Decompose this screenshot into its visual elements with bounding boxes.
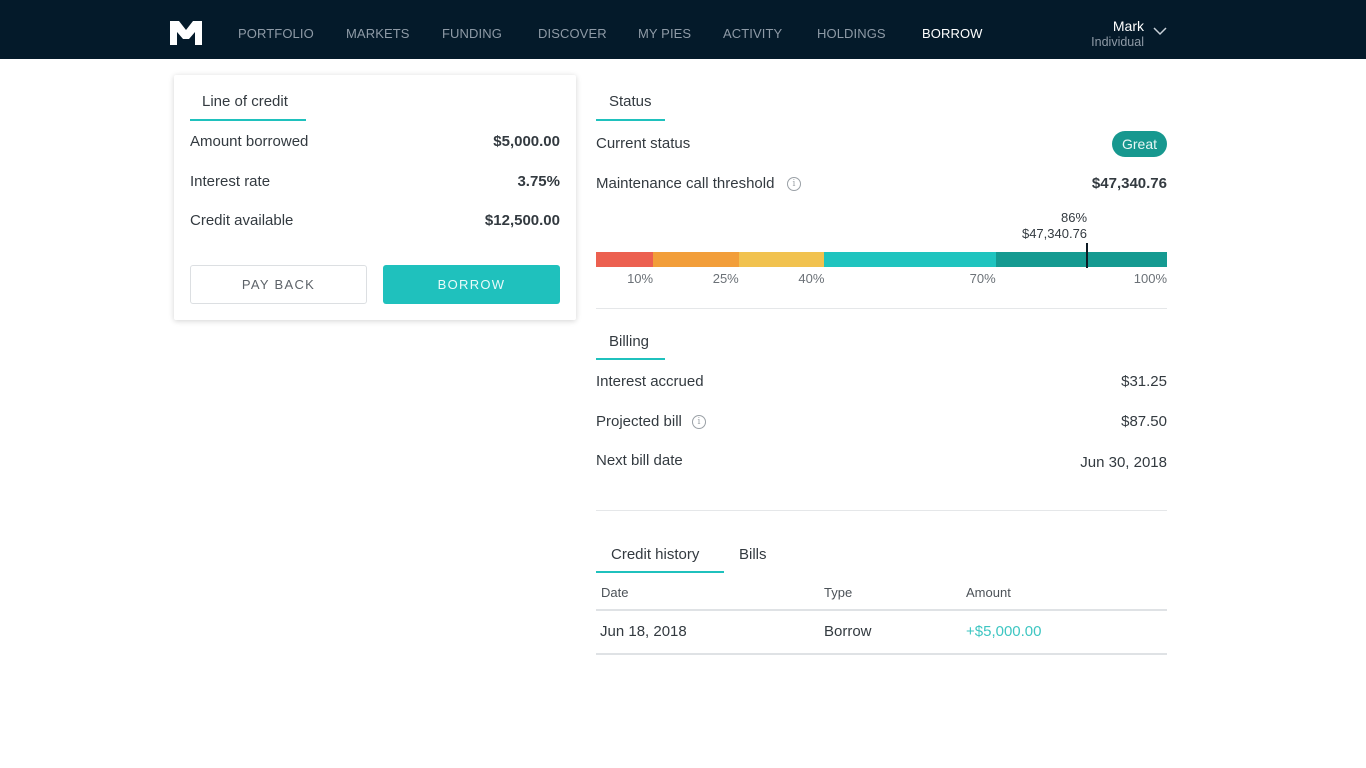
info-icon[interactable]: i [787,177,801,191]
credit-available-value: $12,500.00 [484,212,560,229]
gauge-segment [653,252,739,267]
user-menu[interactable]: Mark Individual [1091,18,1144,50]
line-of-credit-card: Line of credit Amount borrowed $5,000.00… [174,75,576,320]
borrow-button[interactable]: BORROW [383,265,560,304]
gauge-marker-value: $47,340.76 [1021,226,1088,241]
tab-bills[interactable]: Bills [739,546,767,563]
gauge-tick-label: 10% [627,271,654,286]
maintenance-threshold-value: $47,340.76 [1091,175,1167,192]
interest-rate-label: Interest rate [190,173,271,190]
row-date: Jun 18, 2018 [600,623,687,640]
credit-history-tab-underline [596,571,724,573]
gauge-marker-line [1086,243,1089,268]
info-icon[interactable]: i [692,415,706,429]
title-underline [190,119,306,121]
interest-rate-value: 3.75% [517,173,560,190]
amount-borrowed-value: $5,000.00 [493,133,560,150]
row-type: Borrow [824,623,872,640]
m1-logo-icon[interactable] [170,21,202,45]
nav-item-markets[interactable]: MARKETS [346,26,410,41]
gauge-segment [596,252,654,267]
status-title-underline [596,119,665,121]
status-title: Status [609,93,652,110]
interest-accrued-label: Interest accrued [596,373,704,390]
projected-bill-value: $87.50 [1121,413,1167,430]
user-account-type: Individual [1091,35,1144,49]
table-row-divider [596,653,1167,655]
current-status-label: Current status [596,135,691,152]
tab-credit-history[interactable]: Credit history [611,546,699,563]
column-header-date[interactable]: Date [601,585,628,600]
pay-back-button[interactable]: PAY BACK [190,265,367,304]
gauge-tick-label: 25% [712,271,739,286]
gauge-tick-label: 100% [1133,271,1167,286]
section-divider [596,308,1167,309]
next-bill-date-label: Next bill date [596,452,683,469]
gauge-segment [738,252,825,267]
top-nav-bar: PORTFOLIO MARKETS FUNDING DISCOVER MY PI… [0,0,1366,59]
next-bill-date-value: Jun 30, 2018 [1080,454,1167,471]
gauge-tick-label: 40% [798,271,825,286]
column-header-type[interactable]: Type [824,585,852,600]
gauge-marker-percent: 86% [1061,210,1088,225]
status-badge: Great [1112,131,1167,157]
line-of-credit-title: Line of credit [202,93,288,110]
user-name: Mark [1112,18,1144,34]
credit-available-label: Credit available [190,212,294,229]
gauge-segment [824,252,996,267]
billing-title: Billing [609,333,650,350]
projected-bill-label: Projected bill [596,413,682,430]
maintenance-threshold-label: Maintenance call threshold [596,175,775,192]
nav-item-holdings[interactable]: HOLDINGS [817,26,886,41]
billing-title-underline [596,358,665,360]
nav-item-discover[interactable]: DISCOVER [538,26,607,41]
nav-item-my-pies[interactable]: MY PIES [638,26,691,41]
nav-item-portfolio[interactable]: PORTFOLIO [238,26,314,41]
table-header-divider [596,609,1167,611]
nav-item-funding[interactable]: FUNDING [442,26,502,41]
column-header-amount[interactable]: Amount [966,585,1011,600]
row-amount: +$5,000.00 [966,623,1042,640]
amount-borrowed-label: Amount borrowed [190,133,309,150]
gauge-tick-label: 70% [969,271,996,286]
gauge-segment [995,252,1167,267]
chevron-down-icon[interactable] [1153,26,1167,36]
interest-accrued-value: $31.25 [1121,373,1167,390]
nav-item-activity[interactable]: ACTIVITY [723,26,782,41]
nav-item-borrow[interactable]: BORROW [922,26,983,41]
maintenance-gauge [596,252,1167,267]
section-divider [596,510,1167,511]
